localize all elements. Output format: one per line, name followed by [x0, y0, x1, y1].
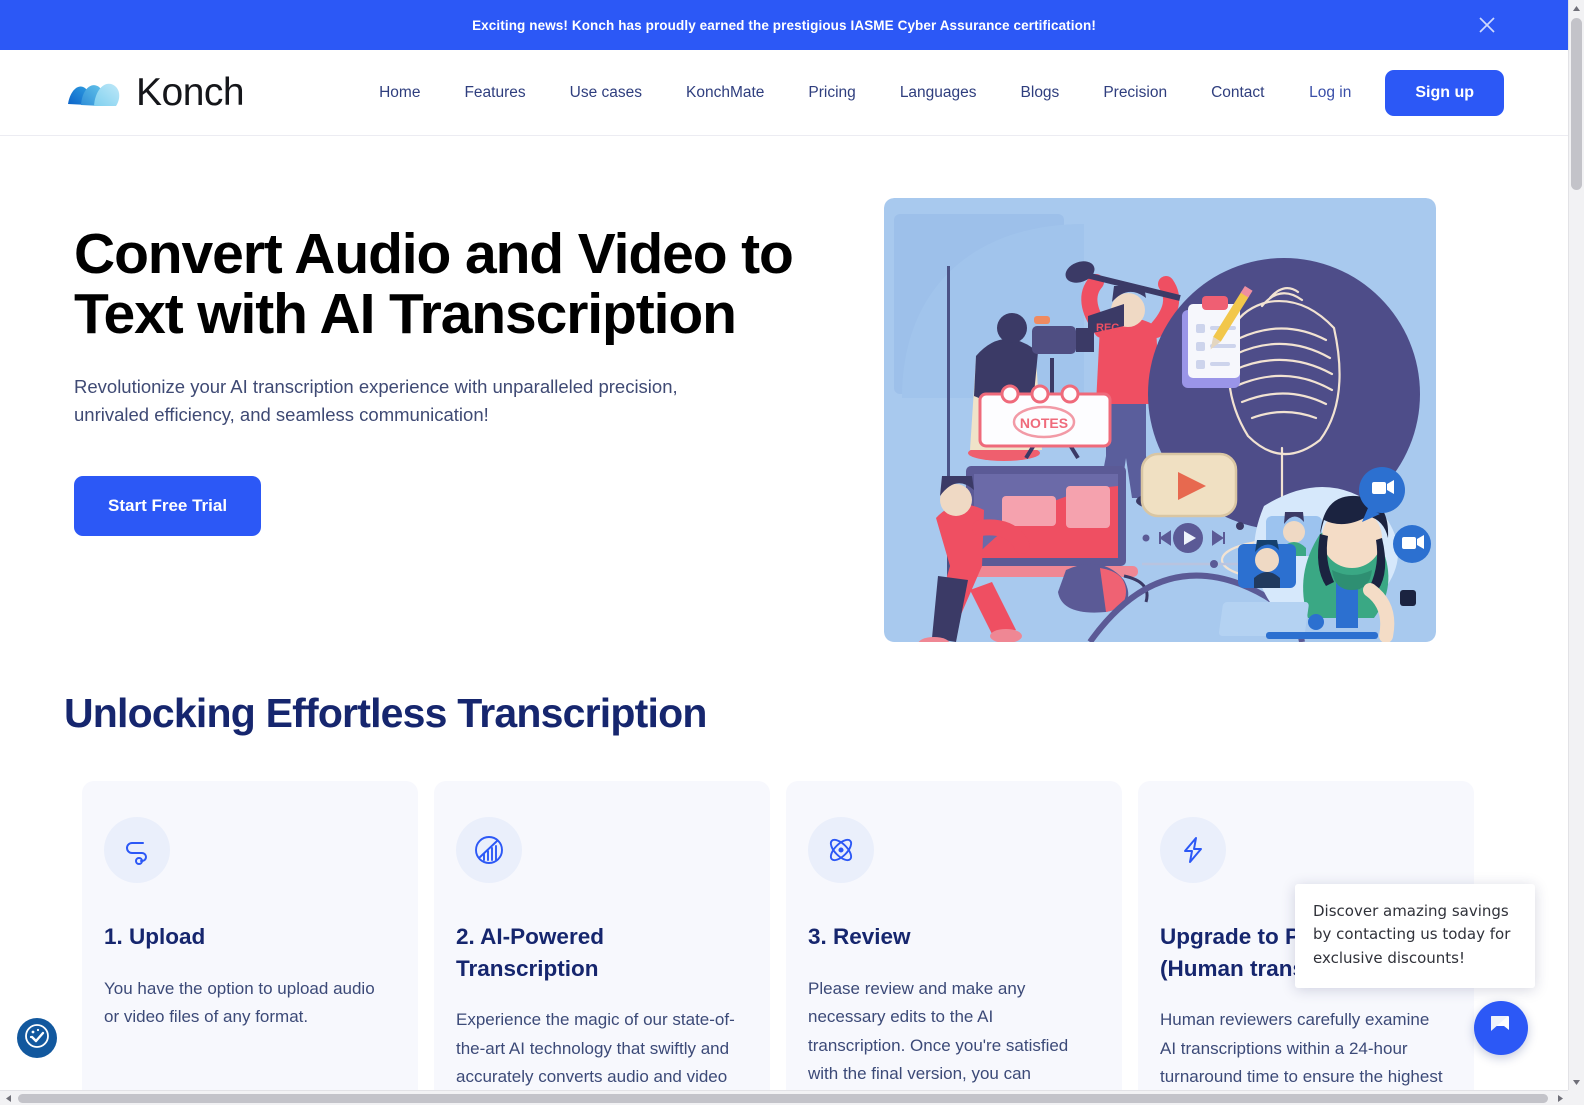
announcement-bar: Exciting news! Konch has proudly earned … [0, 0, 1568, 50]
list-item[interactable]: 3. Review Please review and make any nec… [786, 781, 1122, 1090]
hero-section: Convert Audio and Video to Text with AI … [0, 136, 1568, 642]
login-link[interactable]: Log in [1299, 76, 1361, 110]
browser-viewport: Exciting news! Konch has proudly earned … [0, 0, 1584, 1105]
chat-bubble-icon [1488, 1013, 1514, 1044]
horizontal-scrollbar[interactable] [0, 1090, 1584, 1105]
svg-text:NOTES: NOTES [1020, 415, 1068, 431]
site-header: Konch Home Features Use cases KonchMate … [0, 50, 1568, 136]
close-icon[interactable] [1474, 12, 1500, 38]
nav-item-home[interactable]: Home [357, 74, 442, 112]
scroll-right-icon[interactable] [1552, 1091, 1568, 1105]
card-body: Experience the magic of our state-of-the… [456, 1010, 735, 1087]
logo-text: Konch [136, 71, 245, 114]
hero-subtitle: Revolutionize your AI transcription expe… [74, 375, 678, 426]
logo[interactable]: Konch [66, 71, 245, 114]
page-title: Convert Audio and Video to Text with AI … [74, 222, 794, 347]
svg-text:REC: REC [1096, 322, 1119, 334]
nav-item-languages[interactable]: Languages [878, 74, 999, 112]
nav-item-blogs[interactable]: Blogs [999, 74, 1082, 112]
vertical-scrollbar-thumb[interactable] [1571, 18, 1582, 190]
chat-widget-button[interactable] [1474, 1001, 1528, 1055]
nav-item-pricing[interactable]: Pricing [786, 74, 877, 112]
nav-item-use-cases[interactable]: Use cases [548, 74, 664, 112]
discount-tooltip: Discover amazing savings by contacting u… [1295, 884, 1535, 988]
vertical-scrollbar[interactable] [1568, 0, 1584, 1090]
atom-icon [808, 817, 874, 883]
header-actions: Log in Sign up [1299, 69, 1504, 116]
horizontal-scrollbar-thumb[interactable] [18, 1094, 1548, 1103]
lightning-bolt-icon [1160, 817, 1226, 883]
scroll-down-icon[interactable] [1569, 1074, 1584, 1090]
signup-button[interactable]: Sign up [1385, 69, 1504, 116]
konch-wave-logo-icon [66, 76, 122, 110]
nav-item-konchmate[interactable]: KonchMate [664, 74, 786, 112]
card-title: 3. Review [808, 924, 911, 949]
scroll-left-icon[interactable] [0, 1091, 16, 1105]
chart-circle-icon [456, 817, 522, 883]
main-nav: Home Features Use cases KonchMate Pricin… [357, 74, 1286, 112]
nav-item-features[interactable]: Features [442, 74, 547, 112]
card-body: Human reviewers carefully examine AI tra… [1160, 1010, 1443, 1087]
section-heading: Unlocking Effortless Transcription [64, 690, 707, 736]
card-body: Please review and make any necessary edi… [808, 978, 1069, 1084]
route-path-icon [104, 817, 170, 883]
card-title: 1. Upload [104, 924, 206, 949]
announcement-text: Exciting news! Konch has proudly earned … [472, 17, 1096, 33]
card-title: 2. AI-Powered Transcription [456, 924, 604, 981]
hero-copy: Convert Audio and Video to Text with AI … [74, 200, 844, 642]
list-item[interactable]: 2. AI-Powered Transcription Experience t… [434, 781, 770, 1090]
scroll-up-icon[interactable] [1569, 0, 1584, 16]
cookie-consent-icon [24, 1023, 50, 1054]
accessibility-widget-button[interactable] [17, 1018, 57, 1058]
hero-illustration: REC NOTES [884, 198, 1436, 642]
card-body: You have the option to upload audio or v… [104, 978, 375, 1027]
scrollbar-corner [1568, 1090, 1584, 1105]
list-item[interactable]: 1. Upload You have the option to upload … [82, 781, 418, 1090]
nav-item-contact[interactable]: Contact [1189, 74, 1286, 112]
nav-item-precision[interactable]: Precision [1081, 74, 1189, 112]
start-free-trial-button[interactable]: Start Free Trial [74, 476, 262, 537]
